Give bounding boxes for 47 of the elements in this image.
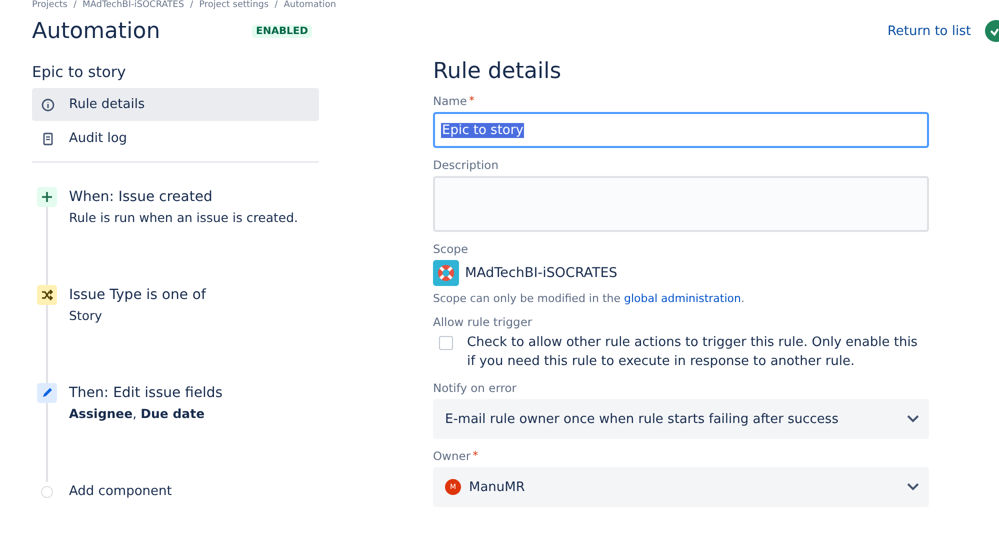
breadcrumb-link[interactable]: Projects: [32, 0, 68, 11]
breadcrumb-separator: /: [73, 0, 77, 11]
project-name: MAdTechBI-iSOCRATES: [465, 265, 618, 281]
breadcrumb-link[interactable]: MAdTechBI-iSOCRATES: [82, 0, 184, 11]
step-detail: Story: [69, 308, 104, 323]
form-heading: Rule details: [433, 59, 562, 84]
chevron-down-icon: [907, 483, 919, 491]
status-lozenge: ENABLED: [252, 24, 312, 38]
global-administration-link[interactable]: global administration: [624, 292, 741, 305]
step-detail: Assignee, Due date: [69, 406, 206, 421]
description-field[interactable]: [433, 176, 929, 232]
step-title: When: Issue created: [69, 188, 214, 206]
checkbox[interactable]: [439, 336, 453, 350]
lifebuoy-icon: [433, 260, 459, 286]
notify-select[interactable]: E-mail rule owner once when rule starts failing after success: [433, 399, 929, 439]
scope-note: Scope can only be modified in the global administration.: [433, 292, 746, 305]
field-label: Allow rule trigger: [433, 315, 532, 329]
check-icon: [985, 20, 999, 42]
field-label: Description: [433, 158, 498, 172]
name-field[interactable]: Epic to story: [433, 112, 929, 148]
pencil-icon: [37, 383, 57, 403]
document-icon: [41, 132, 55, 146]
plus-icon: [37, 187, 57, 207]
checkbox-label: Check to allow other rule actions to trigger this rule. Only enable this if you need this rule to execute in response to another rule.: [467, 334, 919, 371]
field-label: Notify on error: [433, 381, 516, 395]
required-mark: *: [472, 449, 478, 463]
nav-item[interactable]: Audit log: [32, 122, 319, 155]
breadcrumb-link[interactable]: Automation: [284, 0, 336, 11]
field-label: Scope: [433, 242, 468, 256]
shuffle-icon: [37, 285, 57, 305]
nav-item[interactable]: Rule details: [32, 88, 319, 121]
breadcrumb-separator: /: [274, 0, 278, 11]
breadcrumb-link[interactable]: Project settings: [199, 0, 269, 11]
rule-name: Epic to story: [32, 63, 127, 81]
field-label: Name: [433, 94, 467, 108]
required-mark: *: [468, 94, 474, 108]
page-title: Automation: [32, 18, 162, 44]
step-title: Issue Type is one of: [69, 286, 206, 304]
step-title: Then: Edit issue fields: [69, 384, 223, 402]
step-detail: Rule is run when an issue is created.: [69, 210, 298, 225]
chevron-down-icon: [907, 415, 919, 423]
field-label: Owner: [433, 449, 471, 463]
info-icon: [41, 98, 55, 112]
return-link[interactable]: Return to list: [887, 24, 971, 38]
breadcrumb-separator: /: [190, 0, 194, 11]
step-title[interactable]: Add component: [69, 483, 172, 501]
selected-text: Epic to story: [441, 122, 524, 138]
